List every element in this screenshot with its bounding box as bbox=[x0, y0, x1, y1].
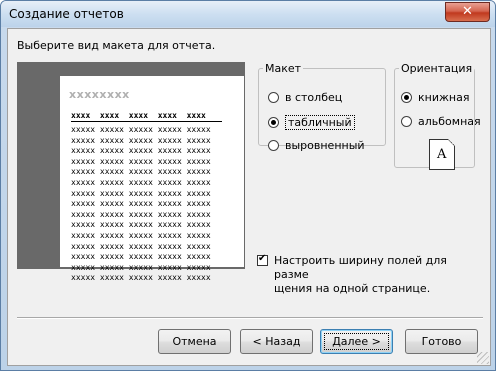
preview-data-row: xxxxx xxxxx xxxxx xxxxx xxxxx bbox=[71, 262, 211, 272]
close-button[interactable]: ✕ bbox=[445, 2, 490, 22]
radio-landscape[interactable] bbox=[401, 116, 412, 127]
radio-justified[interactable] bbox=[268, 140, 279, 151]
resize-grip[interactable] bbox=[477, 352, 489, 364]
portrait-icon-letter: A bbox=[437, 147, 447, 162]
radio-label-justified: выровненный bbox=[285, 139, 365, 152]
fit-fields-checkbox[interactable] bbox=[257, 253, 268, 266]
portrait-page-icon: A bbox=[429, 139, 455, 170]
preview-header-underline bbox=[71, 121, 222, 122]
preview-data-row: xxxxx xxxxx xxxxx xxxxx xxxxx bbox=[71, 135, 211, 145]
preview-title: xxxxxxxx bbox=[69, 88, 130, 101]
preview-data-row: xxxxx xxxxx xxxxx xxxxx xxxxx bbox=[71, 199, 211, 209]
next-button[interactable]: Далее > bbox=[320, 329, 393, 354]
radio-label-columnar: в столбец bbox=[285, 91, 343, 104]
preview-data-row: xxxxx xxxxx xxxxx xxxxx xxxxx bbox=[71, 273, 211, 283]
preview-data-row: xxxxx xxxxx xxxxx xxxxx xxxxx bbox=[71, 231, 211, 240]
back-button[interactable]: < Назад bbox=[240, 329, 313, 354]
layout-option-tabular[interactable]: табличный bbox=[268, 115, 355, 130]
preview-data-row: xxxxx xxxxx xxxxx xxxxx xxxxx bbox=[71, 188, 211, 198]
layout-preview: xxxxxxxx xxxx xxxx xxxx xxxx xxxx xxxxx … bbox=[17, 62, 245, 282]
layout-option-columnar[interactable]: в столбец bbox=[268, 91, 342, 104]
radio-columnar[interactable] bbox=[268, 92, 279, 103]
preview-data-row: xxxxx xxxxx xxxxx xxxxx xxxxx bbox=[71, 241, 211, 251]
fit-fields-label-line2: щения на одной странице. bbox=[274, 282, 431, 295]
window-title: Создание отчетов bbox=[9, 7, 124, 21]
preview-data-row: xxxxx xxxxx xxxxx xxxxx xxxxx bbox=[71, 156, 211, 166]
dialog-body: Выберите вид макета для отчета. xxxxxxxx… bbox=[7, 28, 491, 366]
wizard-window: Создание отчетов ✕ Выберите вид макета д… bbox=[0, 0, 496, 371]
orientation-group-legend: Ориентация bbox=[401, 62, 473, 75]
cancel-button[interactable]: Отмена bbox=[158, 329, 231, 354]
preview-data-row: xxxxx xxxxx xxxxx xxxxx xxxxx bbox=[71, 220, 211, 230]
radio-portrait[interactable] bbox=[401, 92, 412, 103]
orientation-option-portrait[interactable]: книжная bbox=[401, 91, 469, 104]
radio-tabular[interactable] bbox=[268, 117, 279, 128]
preview-data-row: xxxxx xxxxx xxxxx xxxxx xxxxx bbox=[71, 252, 211, 262]
preview-page: xxxxxxxx xxxx xxxx xxxx xxxx xxxx xxxxx … bbox=[60, 76, 244, 282]
orientation-option-landscape[interactable]: альбомная bbox=[401, 115, 481, 128]
radio-label-portrait: книжная bbox=[418, 91, 470, 104]
title-bar[interactable]: Создание отчетов ✕ bbox=[1, 1, 495, 27]
preview-data-row: xxxxx xxxxx xxxxx xxxxx xxxxx bbox=[71, 146, 211, 156]
preview-data-row: xxxxx xxxxx xxxxx xxxxx xxxxx bbox=[71, 209, 211, 219]
layout-option-justified[interactable]: выровненный bbox=[268, 139, 365, 152]
layout-group: Макет в столбец табличный выровненный bbox=[258, 62, 386, 152]
radio-label-landscape: альбомная bbox=[418, 115, 481, 128]
fit-fields-label-line1: Настроить ширину полей для разме bbox=[274, 254, 447, 281]
button-separator bbox=[17, 317, 483, 319]
preview-data-row: xxxxx xxxxx xxxxx xxxxx xxxxx bbox=[71, 125, 211, 134]
preview-header-row: xxxx xxxx xxxx xxxx xxxx bbox=[71, 111, 206, 120]
finish-button[interactable]: Готово bbox=[405, 329, 478, 354]
preview-data-row: xxxxx xxxxx xxxxx xxxxx xxxxx bbox=[71, 178, 211, 187]
radio-label-tabular: табличный bbox=[285, 115, 355, 130]
close-icon: ✕ bbox=[462, 4, 473, 19]
layout-prompt: Выберите вид макета для отчета. bbox=[17, 39, 216, 52]
orientation-group: Ориентация книжная альбомная A bbox=[394, 62, 481, 170]
fit-fields-label: Настроить ширину полей для разме щения н… bbox=[274, 254, 467, 296]
fit-fields-option[interactable]: Настроить ширину полей для разме щения н… bbox=[257, 253, 467, 296]
layout-group-legend: Макет bbox=[265, 62, 302, 75]
preview-data-row: xxxxx xxxxx xxxxx xxxxx xxxxx bbox=[71, 167, 211, 177]
